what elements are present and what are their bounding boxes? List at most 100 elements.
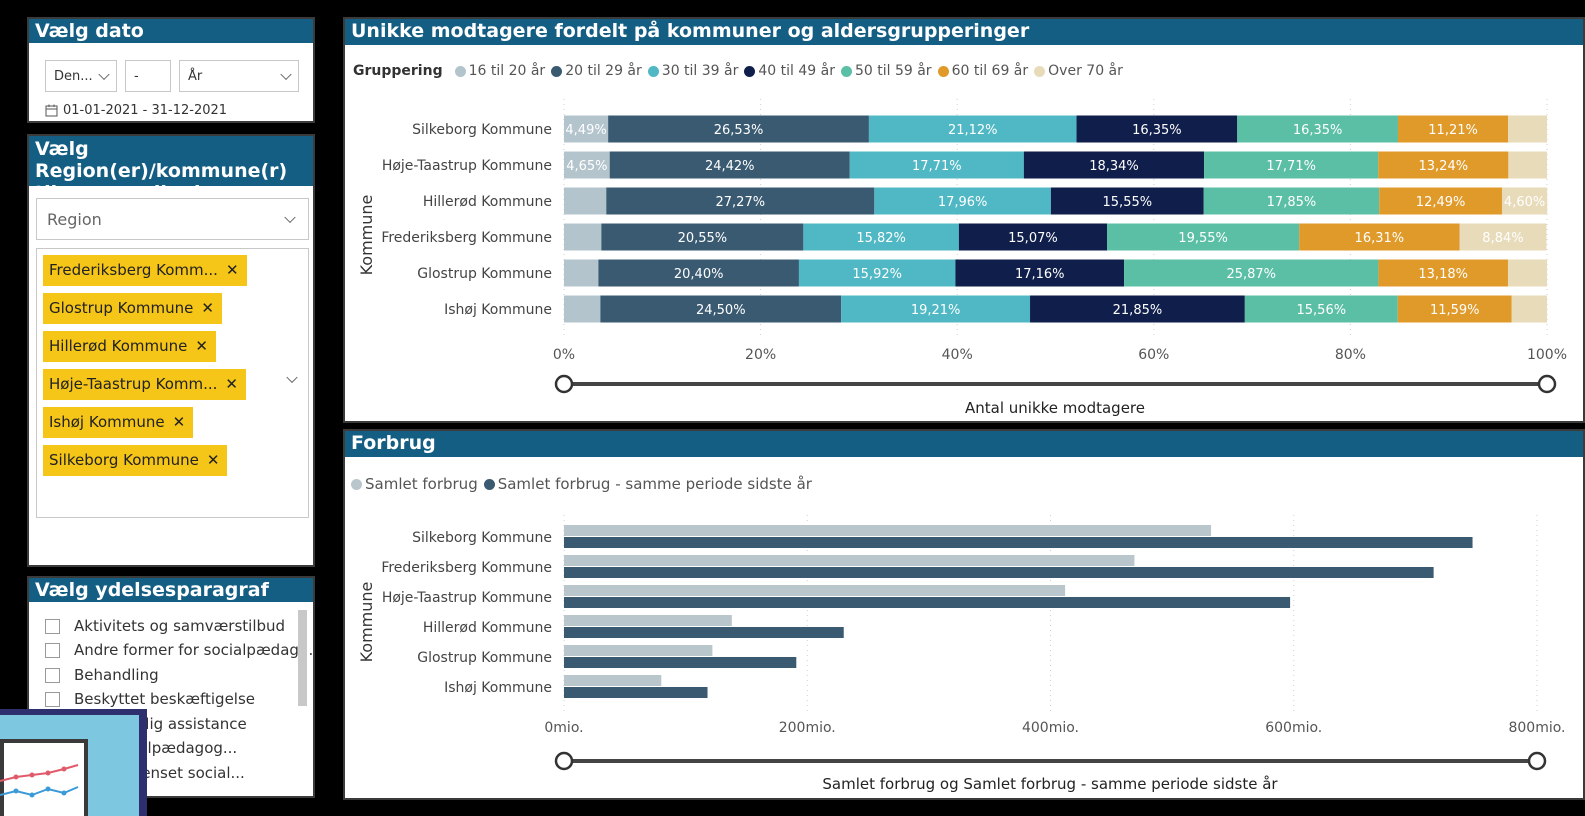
checkbox-item[interactable]: Aktivitets og samværstilbud [45, 617, 285, 635]
chip-hilleroed[interactable]: Hillerød Kommune ✕ [43, 331, 216, 362]
checkbox[interactable] [45, 618, 60, 634]
data-label: 18,34% [1089, 159, 1139, 174]
data-label: 24,42% [705, 159, 755, 174]
data-label: 15,07% [1008, 231, 1058, 246]
range-slider-start-handle[interactable] [554, 751, 574, 771]
x-tick-label: 200mio. [779, 720, 836, 736]
data-label: 4,65% [566, 159, 607, 174]
data-label: 21,12% [948, 123, 998, 138]
recipients-stacked-bar-chart: 4,49% 26,53% 21,12% 16,35% 16,35% 11,21% 4,65%… [357, 99, 1567, 417]
data-label: 24,50% [696, 303, 746, 318]
year-dropdown[interactable]: År [179, 60, 299, 92]
x-axis-label: Antal unikke modtagere [965, 399, 1145, 417]
checkbox[interactable] [45, 691, 60, 707]
forbrug-chart-panel: Forbrug Samlet forbrug Samlet forbrug - … [343, 429, 1585, 800]
remove-icon[interactable]: ✕ [195, 337, 208, 355]
chevron-down-icon [284, 211, 296, 224]
data-label: 15,92% [852, 267, 902, 282]
recipients-chart-panel: Unikke modtagere fordelt på kommuner og … [343, 17, 1585, 423]
chip-frederiksberg[interactable]: Frederiksberg Komm... ✕ [43, 255, 247, 286]
bar-segment[interactable] [564, 295, 601, 323]
range-slider-end-handle[interactable] [1527, 751, 1547, 771]
region-dropdown[interactable]: Region [36, 198, 309, 240]
bar-current[interactable] [564, 645, 713, 656]
checkbox-label: Aktivitets og samværstilbud [74, 617, 286, 635]
region-placeholder: Region [47, 209, 102, 229]
bar-current[interactable] [564, 585, 1066, 596]
x-tick-label: 20% [745, 347, 776, 363]
category-label: Glostrup Kommune [417, 266, 552, 282]
data-label: 16,35% [1293, 123, 1343, 138]
chart-thumbnail-image [0, 709, 147, 816]
forbrug-chart-title: Forbrug [345, 431, 1583, 457]
chevron-down-icon [98, 68, 110, 81]
data-label: 17,85% [1267, 195, 1317, 210]
remove-icon[interactable]: ✕ [173, 413, 186, 431]
bar-segment[interactable] [564, 187, 607, 215]
remove-icon[interactable]: ✕ [207, 451, 220, 469]
kommune-selector[interactable]: Frederiksberg Komm... ✕ Glostrup Kommune ✕… [36, 248, 309, 518]
date-range-text: 01-01-2021 - 31-12-2021 [63, 103, 228, 118]
chevron-down-icon[interactable] [286, 371, 298, 384]
bar-current[interactable] [564, 615, 732, 626]
chip-label: Glostrup Kommune [49, 299, 194, 317]
bar-current[interactable] [564, 675, 662, 686]
bar-current[interactable] [564, 555, 1135, 566]
x-tick-label: 400mio. [1022, 720, 1079, 736]
month-value: Den... [54, 68, 93, 84]
checkbox-item[interactable]: Andre former for socialpædag... [45, 641, 313, 659]
bar-previous-year[interactable] [564, 627, 844, 638]
remove-icon[interactable]: ✕ [201, 299, 214, 317]
line-chart-icon [0, 764, 79, 798]
category-label: Frederiksberg Kommune [381, 560, 552, 576]
checkbox-label: Behandling [74, 666, 159, 684]
bar-previous-year[interactable] [564, 657, 797, 668]
checkbox-label: Andre former for socialpædag... [74, 641, 314, 659]
checkbox-item[interactable]: Behandling [45, 666, 159, 684]
x-tick-label: 40% [942, 347, 973, 363]
bar-segment[interactable] [564, 259, 599, 287]
category-label: Frederiksberg Kommune [381, 230, 552, 246]
separator-box: - [125, 60, 171, 92]
month-dropdown[interactable]: Den... [45, 60, 117, 92]
x-tick-label: 80% [1335, 347, 1366, 363]
chip-hoeje-taastrup[interactable]: Høje-Taastrup Komm... ✕ [43, 369, 246, 400]
chip-silkeborg[interactable]: Silkeborg Kommune ✕ [43, 445, 228, 476]
data-label: 13,24% [1419, 159, 1469, 174]
data-label: 4,60% [1504, 195, 1545, 210]
checkbox-item[interactable]: Beskyttet beskæftigelse [45, 690, 255, 708]
remove-icon[interactable]: ✕ [225, 375, 238, 393]
chip-label: Hillerød Kommune [49, 337, 188, 355]
data-label: 17,71% [1266, 159, 1316, 174]
bar-segment[interactable] [564, 223, 602, 251]
chip-glostrup[interactable]: Glostrup Kommune ✕ [43, 293, 222, 324]
data-label: 21,85% [1113, 303, 1163, 318]
data-label: 16,35% [1132, 123, 1182, 138]
bar-segment[interactable] [1508, 115, 1547, 143]
chip-label: Silkeborg Kommune [49, 451, 199, 469]
data-label: 12,49% [1416, 195, 1466, 210]
category-label: Silkeborg Kommune [412, 122, 552, 138]
bar-current[interactable] [564, 525, 1212, 536]
checkbox[interactable] [45, 667, 60, 683]
bar-segment[interactable] [1507, 259, 1547, 287]
scrollbar[interactable] [298, 610, 307, 706]
bar-previous-year[interactable] [564, 537, 1473, 548]
range-slider-end-handle[interactable] [1537, 374, 1557, 394]
range-slider-start-handle[interactable] [554, 374, 574, 394]
bar-segment[interactable] [1508, 151, 1547, 179]
bar-segment[interactable] [1511, 295, 1547, 323]
checkbox[interactable] [45, 642, 60, 658]
data-label: 26,53% [714, 123, 764, 138]
bar-previous-year[interactable] [564, 567, 1434, 578]
bar-previous-year[interactable] [564, 687, 708, 698]
chip-ishoej[interactable]: Ishøj Kommune ✕ [43, 407, 194, 438]
recipients-chart-title: Unikke modtagere fordelt på kommuner og … [345, 19, 1583, 45]
region-panel: Vælg Region(er)/kommune(r) til sammenlig… [27, 134, 315, 567]
data-label: 15,56% [1297, 303, 1347, 318]
ydelse-panel-title: Vælg ydelsesparagraf [29, 578, 313, 602]
x-tick-label: 100% [1527, 347, 1567, 363]
remove-icon[interactable]: ✕ [226, 261, 239, 279]
x-tick-label: 60% [1138, 347, 1169, 363]
bar-previous-year[interactable] [564, 597, 1291, 608]
